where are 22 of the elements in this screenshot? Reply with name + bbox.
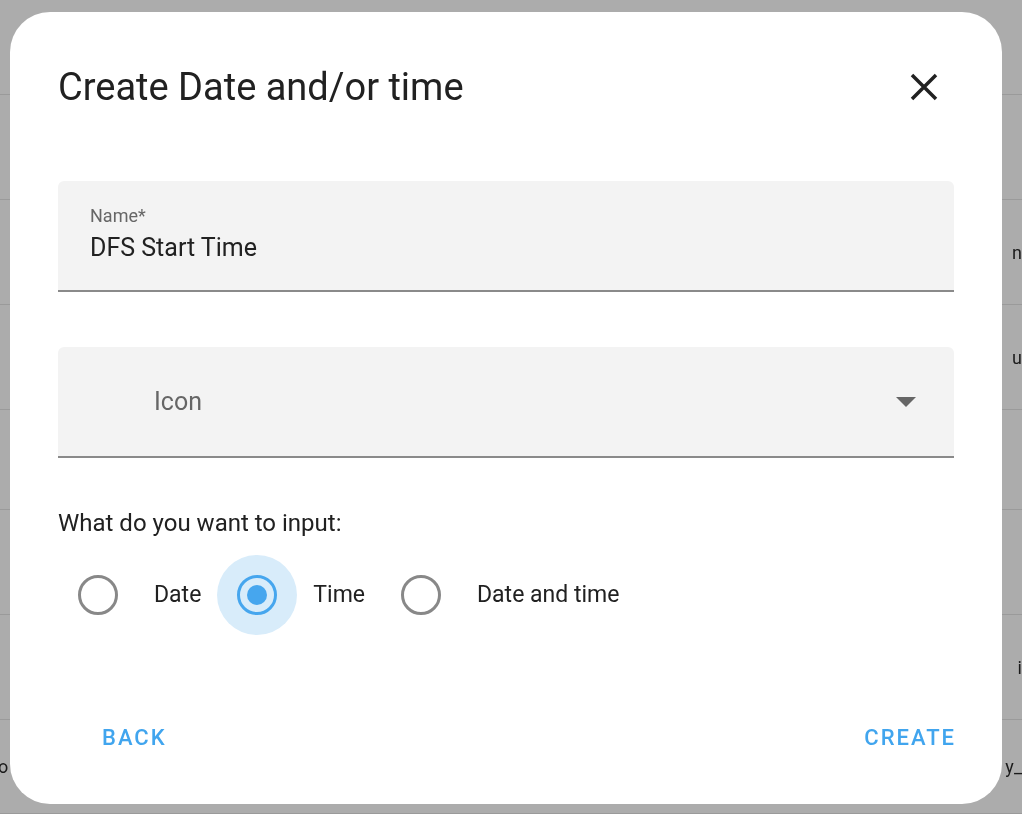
background-text: y_ (1005, 755, 1022, 779)
radio-option[interactable]: Time (217, 555, 381, 635)
radio-option[interactable]: Date (58, 555, 218, 635)
background-text: i (1017, 655, 1022, 680)
close-icon (910, 73, 938, 101)
radio-button[interactable] (237, 575, 278, 615)
question-text: What do you want to input: (58, 508, 343, 539)
radio-label: Time (313, 579, 365, 610)
icon-select[interactable]: Icon (58, 347, 954, 458)
radio-option[interactable]: Date and time (381, 555, 636, 635)
background-text: n (1012, 240, 1022, 265)
name-label: Name* (90, 207, 147, 225)
name-value: DFS Start Time (90, 235, 259, 260)
radio-button[interactable] (78, 575, 118, 615)
dropdown-caret-icon (896, 396, 916, 407)
icon-placeholder: Icon (154, 385, 202, 418)
background-text: u (1012, 345, 1022, 370)
dialog-title: Create Date and/or time (58, 68, 464, 106)
radio-label: Date and time (477, 579, 620, 610)
name-field[interactable]: Name* DFS Start Time (58, 181, 954, 292)
radio-button[interactable] (401, 575, 441, 615)
radio-label: Date (154, 579, 202, 610)
